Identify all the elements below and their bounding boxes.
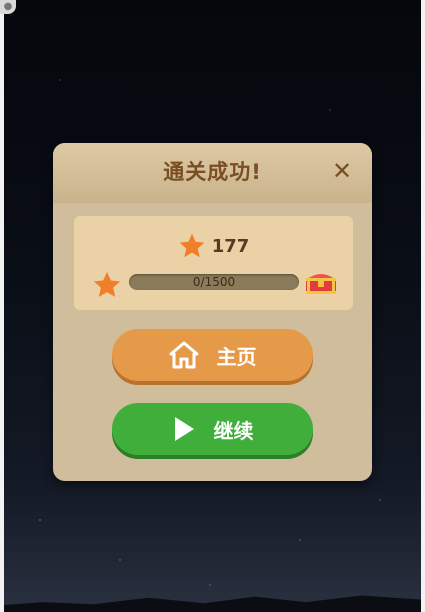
star-icon bbox=[179, 233, 204, 258]
left-edge-strip bbox=[0, 0, 4, 612]
progress-text: 0/1500 bbox=[192, 275, 236, 289]
home-icon bbox=[169, 341, 199, 369]
level-complete-dialog: 通关成功! ✕ 177 0/1500 主页 继续 bbox=[53, 143, 372, 481]
dialog-header: 通关成功! ✕ bbox=[53, 143, 372, 203]
score-row: 177 bbox=[74, 232, 353, 262]
close-icon[interactable]: ✕ bbox=[330, 159, 354, 183]
dialog-title: 通关成功! bbox=[163, 160, 262, 184]
continue-button-label: 继续 bbox=[213, 418, 254, 443]
play-icon bbox=[172, 415, 196, 443]
home-button-label: 主页 bbox=[216, 344, 257, 369]
score-value: 177 bbox=[211, 235, 250, 257]
home-button[interactable]: 主页 bbox=[112, 329, 313, 381]
right-edge-strip bbox=[421, 0, 425, 612]
score-panel: 177 0/1500 bbox=[74, 216, 353, 310]
treasure-chest-icon[interactable] bbox=[304, 268, 338, 296]
progress-bar: 0/1500 bbox=[129, 274, 299, 290]
continue-button[interactable]: 继续 bbox=[112, 403, 313, 455]
progress-star-icon bbox=[93, 271, 121, 297]
